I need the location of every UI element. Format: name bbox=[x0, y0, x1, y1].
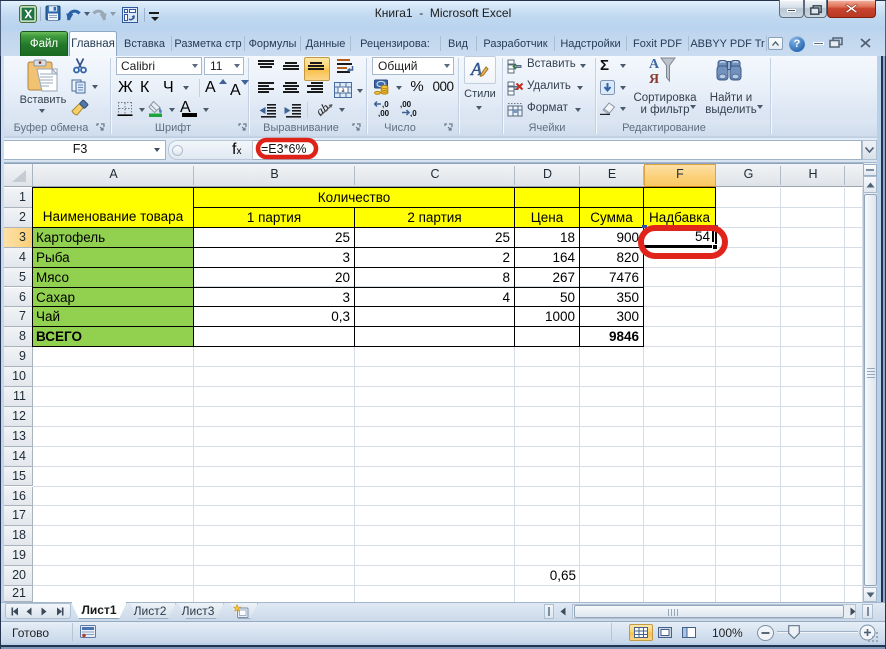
svg-text:,00: ,00 bbox=[378, 109, 390, 117]
svg-text:,0: ,0 bbox=[382, 100, 389, 109]
svg-text:ab: ab bbox=[315, 100, 331, 118]
svg-text:,00: ,00 bbox=[400, 100, 412, 109]
svg-text:Я: Я bbox=[649, 72, 659, 85]
svg-text:,0: ,0 bbox=[410, 109, 417, 117]
svg-text:А: А bbox=[649, 57, 660, 72]
